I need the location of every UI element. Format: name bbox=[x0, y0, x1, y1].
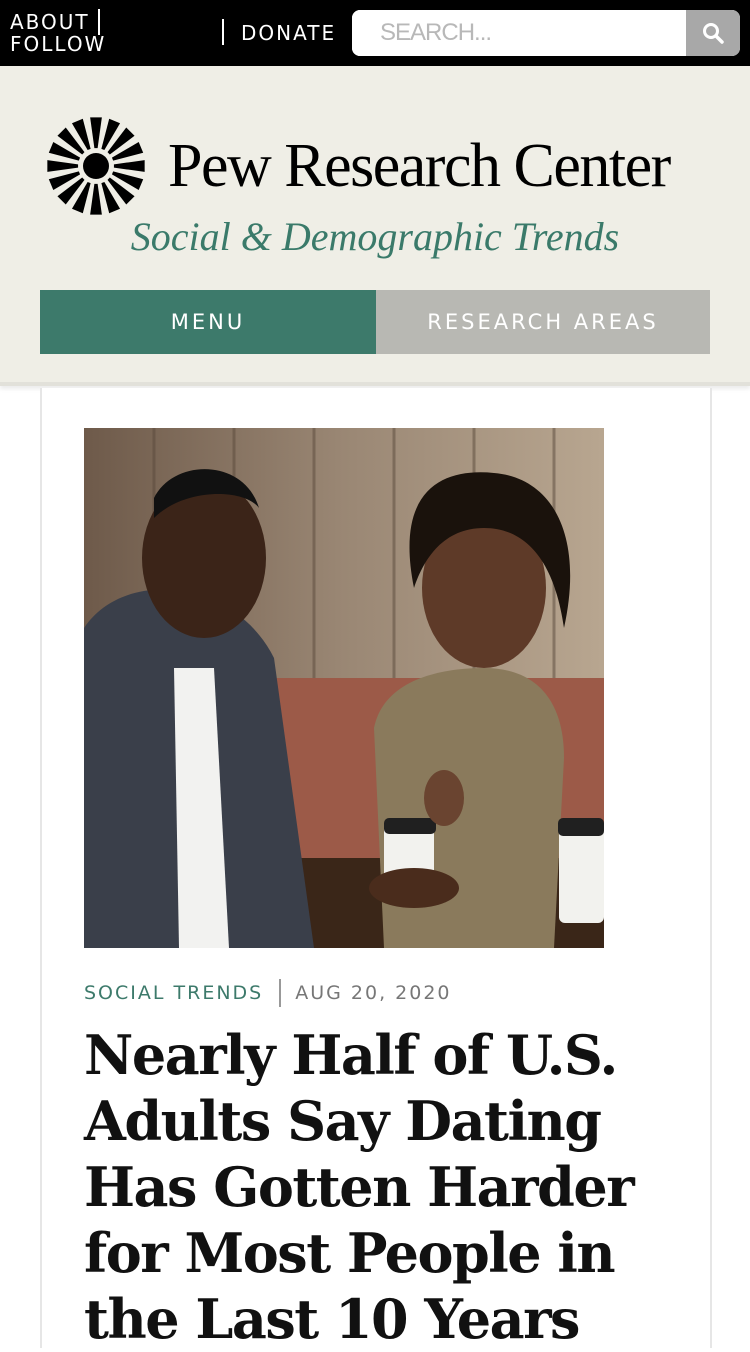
article-date: AUG 20, 2020 bbox=[295, 982, 452, 1004]
site-header: Pew Research Center Social & Demographic… bbox=[0, 66, 750, 386]
article-photo[interactable] bbox=[84, 428, 604, 948]
search-box bbox=[352, 10, 740, 56]
search-button[interactable] bbox=[686, 10, 740, 56]
menu-button[interactable]: MENU bbox=[40, 290, 376, 354]
topic-link[interactable]: SOCIAL TRENDS bbox=[84, 982, 263, 1004]
donate-link[interactable]: DONATE bbox=[241, 21, 336, 45]
article-image bbox=[84, 428, 604, 948]
article-headline[interactable]: Nearly Half of U.S. Adults Say Dating Ha… bbox=[84, 1022, 684, 1352]
section-subtitle[interactable]: Social & Demographic Trends bbox=[0, 212, 750, 262]
sunburst-logo-icon[interactable] bbox=[46, 116, 146, 216]
site-logo-text[interactable]: Pew Research Center bbox=[168, 130, 728, 202]
divider bbox=[98, 9, 100, 35]
follow-link[interactable]: FOLLOW bbox=[10, 33, 106, 55]
top-bar: ABOUT FOLLOW DONATE bbox=[0, 0, 750, 66]
search-icon bbox=[703, 23, 724, 44]
search-input[interactable] bbox=[352, 10, 686, 56]
divider bbox=[222, 19, 224, 45]
research-areas-button[interactable]: RESEARCH AREAS bbox=[376, 290, 710, 354]
about-link[interactable]: ABOUT bbox=[10, 11, 90, 33]
article-card: SOCIAL TRENDS AUG 20, 2020 Nearly Half o… bbox=[40, 388, 712, 1351]
meta-divider bbox=[279, 979, 282, 1007]
article-meta: SOCIAL TRENDS AUG 20, 2020 bbox=[84, 978, 452, 1008]
